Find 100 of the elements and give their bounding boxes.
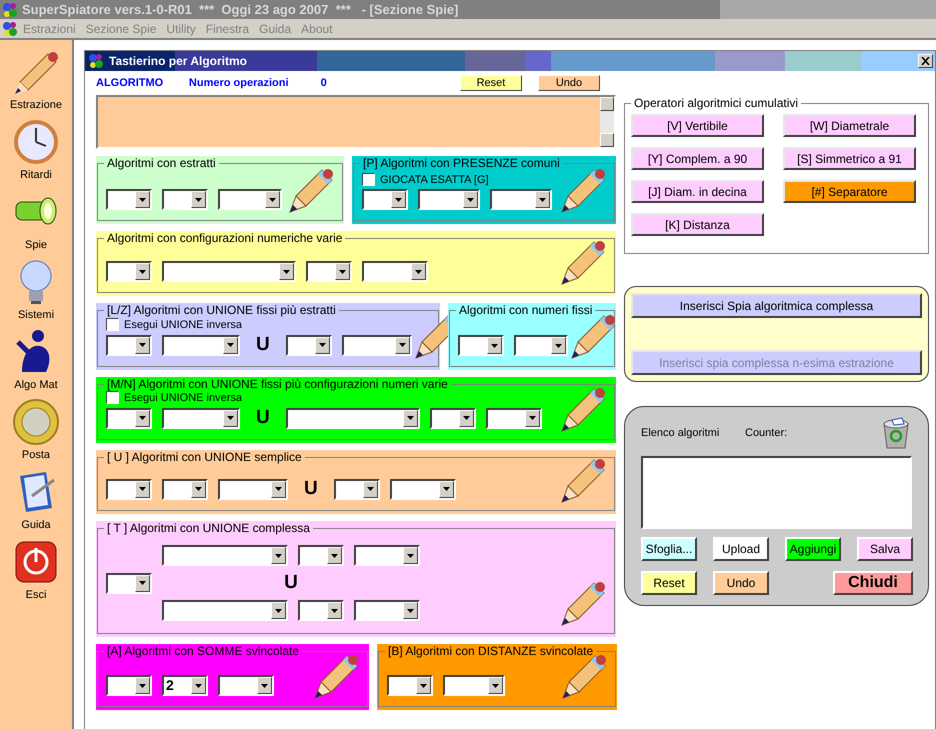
panel-title: Algoritmi con configurazioni numeriche varie xyxy=(106,231,344,245)
operator-button[interactable]: [V] Vertibile xyxy=(631,114,764,137)
app-logo-icon xyxy=(2,2,18,18)
dropdown[interactable] xyxy=(106,189,152,210)
list-button[interactable]: Salva xyxy=(857,537,913,561)
sidebar-label[interactable]: Posta xyxy=(22,449,50,461)
checkbox[interactable] xyxy=(106,391,119,404)
dropdown[interactable] xyxy=(486,408,542,428)
dropdown[interactable] xyxy=(106,478,152,500)
dropdown[interactable] xyxy=(218,189,282,210)
panel-title: [M/N] Algoritmi con UNIONE fissi più configurazioni numeri varie xyxy=(106,377,449,391)
dropdown[interactable] xyxy=(162,545,288,566)
dropdown[interactable] xyxy=(162,478,208,500)
caret-icon xyxy=(227,416,234,420)
pencil-icon[interactable] xyxy=(286,166,336,216)
dropdown[interactable] xyxy=(162,189,208,210)
close-button[interactable]: Chiudi xyxy=(833,571,913,595)
checkbox-label: GIOCATA ESATTA [G] xyxy=(380,174,489,186)
dropdown[interactable] xyxy=(430,408,476,428)
list-title: Elenco algoritmi xyxy=(641,427,720,440)
dropdown[interactable] xyxy=(362,261,428,282)
sidebar-label[interactable]: Ritardi xyxy=(20,169,52,181)
header-button[interactable]: Undo xyxy=(538,75,600,91)
operator-button[interactable]: [S] Simmetrico a 91 xyxy=(783,147,916,170)
clock-icon[interactable] xyxy=(12,118,60,166)
dropdown[interactable] xyxy=(106,572,152,594)
operations-label: Numero operazioni xyxy=(188,77,290,89)
header-button[interactable]: Reset xyxy=(460,75,522,91)
list-button[interactable]: Reset xyxy=(641,571,697,595)
pencil-icon[interactable] xyxy=(558,166,608,216)
sidebar-label[interactable]: Estrazione xyxy=(10,99,62,111)
dropdown[interactable] xyxy=(298,545,344,566)
caret-icon xyxy=(467,198,474,202)
dropdown[interactable] xyxy=(514,335,568,356)
operations-count: 0 xyxy=(320,77,328,89)
caret-icon xyxy=(261,684,268,688)
caret-icon xyxy=(139,343,146,347)
pencil-icon[interactable] xyxy=(558,456,608,506)
dropdown[interactable] xyxy=(443,675,505,696)
dropdown[interactable] xyxy=(106,261,152,282)
dropdown[interactable] xyxy=(162,261,296,282)
list-button[interactable]: Sfoglia... xyxy=(641,537,697,561)
dropdown[interactable] xyxy=(218,478,288,500)
operator-button[interactable]: [W] Diametrale xyxy=(783,114,916,137)
pencil-icon[interactable] xyxy=(311,652,361,702)
dropdown[interactable] xyxy=(334,478,380,500)
checkbox[interactable] xyxy=(362,173,375,186)
dropdown[interactable] xyxy=(354,600,420,621)
sidebar-label[interactable]: Algo Mat xyxy=(14,379,58,391)
close-button[interactable] xyxy=(918,54,933,68)
union-symbol: U xyxy=(256,407,270,429)
dropdown[interactable] xyxy=(418,189,480,210)
pencil-icon[interactable] xyxy=(558,579,608,629)
caret-icon xyxy=(275,487,282,491)
dropdown[interactable] xyxy=(106,408,152,428)
dropdown[interactable] xyxy=(298,600,344,621)
caret-icon xyxy=(539,198,546,202)
sidebar-label[interactable]: Guida xyxy=(21,519,51,531)
dropdown[interactable] xyxy=(106,675,152,696)
sidebar-label[interactable]: Esci xyxy=(26,589,46,601)
app-logo-icon[interactable] xyxy=(2,20,18,36)
panel-title: Algoritmi con numeri fissi xyxy=(458,303,594,317)
sidebar-label[interactable]: Sistemi xyxy=(18,309,54,321)
algorithm-field[interactable] xyxy=(96,95,616,149)
list-button[interactable]: Aggiungi xyxy=(785,537,841,561)
dropdown[interactable] xyxy=(162,600,288,621)
dropdown[interactable] xyxy=(458,335,504,356)
app-logo-icon xyxy=(88,53,104,69)
caret-icon xyxy=(275,608,282,612)
dropdown[interactable] xyxy=(354,545,420,566)
panel-title: [ T ] Algoritmi con UNIONE complessa xyxy=(106,521,311,535)
operator-button[interactable]: [K] Distanza xyxy=(631,213,764,236)
panel-title: [B] Algoritmi con DISTANZE svincolate xyxy=(387,644,594,658)
checkbox[interactable] xyxy=(106,318,119,331)
dropdown[interactable] xyxy=(106,334,152,356)
operator-button[interactable]: [Y] Complem. a 90 xyxy=(631,147,764,170)
dropdown[interactable]: 2 xyxy=(162,675,208,696)
insert-button[interactable]: Inserisci Spia algoritmica complessa xyxy=(631,293,922,318)
algorithm-listbox[interactable] xyxy=(641,456,912,529)
pencil-icon[interactable] xyxy=(558,238,608,288)
caret-icon xyxy=(195,487,202,491)
list-button[interactable]: Upload xyxy=(713,537,769,561)
dropdown[interactable] xyxy=(162,334,240,356)
dropdown[interactable] xyxy=(387,675,433,696)
dropdown[interactable] xyxy=(362,189,408,210)
list-button[interactable]: Undo xyxy=(713,571,769,595)
dropdown[interactable] xyxy=(490,189,552,210)
dropdown[interactable] xyxy=(162,408,240,428)
dropdown[interactable] xyxy=(390,478,456,500)
dropdown[interactable] xyxy=(342,334,412,356)
pencil-icon[interactable] xyxy=(558,385,608,435)
dropdown[interactable] xyxy=(306,261,352,282)
dropdown[interactable] xyxy=(286,408,420,428)
sidebar-label[interactable]: Spie xyxy=(24,239,48,251)
operator-button[interactable]: [#] Separatore xyxy=(783,180,916,203)
coin-icon[interactable] xyxy=(12,398,60,446)
dropdown[interactable] xyxy=(286,334,332,356)
panel-title: [P] Algoritmi con PRESENZE comuni xyxy=(362,156,561,170)
operator-button[interactable]: [J] Diam. in decina xyxy=(631,180,764,203)
dropdown[interactable] xyxy=(218,675,274,696)
